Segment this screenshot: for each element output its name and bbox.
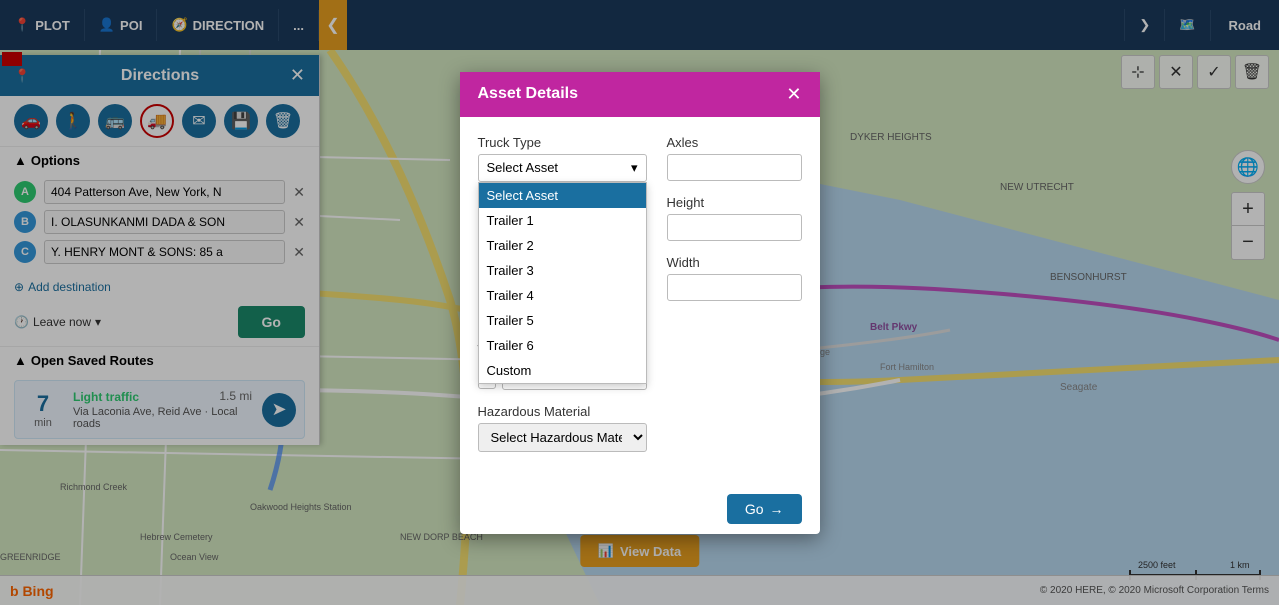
modal-body: Truck Type Select Asset ▾ Select Asset T… [460,117,820,484]
dropdown-item-trailer4[interactable]: Trailer 4 [479,283,646,308]
dropdown-item-trailer6[interactable]: Trailer 6 [479,333,646,358]
modal-title: Asset Details [478,85,579,103]
height-label: Height [667,195,802,210]
truck-type-dropdown-list: Select Asset Trailer 1 Trailer 2 Trailer… [478,182,647,384]
dropdown-item-trailer2[interactable]: Trailer 2 [479,233,646,258]
width-group: Width [667,255,802,301]
modal-columns: Truck Type Select Asset ▾ Select Asset T… [478,135,802,466]
modal-header: Asset Details ✕ [460,72,820,117]
modal-overlay: Asset Details ✕ Truck Type Select Asset … [0,0,1279,605]
axles-label: Axles [667,135,802,150]
width-label: Width [667,255,802,270]
dropdown-item-select-asset[interactable]: Select Asset [479,183,646,208]
modal-go-button[interactable]: Go → [727,494,802,524]
width-input[interactable] [667,274,802,301]
axles-group: Axles [667,135,802,181]
modal-go-arrow-icon: → [770,501,784,517]
truck-type-group: Truck Type Select Asset ▾ Select Asset T… [478,135,647,182]
axles-input[interactable] [667,154,802,181]
dropdown-item-trailer5[interactable]: Trailer 5 [479,308,646,333]
height-input[interactable] [667,214,802,241]
dropdown-chevron-icon: ▾ [631,160,638,176]
truck-type-dropdown[interactable]: Select Asset ▾ [478,154,647,182]
modal-close-button[interactable]: ✕ [786,84,801,105]
dropdown-item-trailer3[interactable]: Trailer 3 [479,258,646,283]
dropdown-item-trailer1[interactable]: Trailer 1 [479,208,646,233]
height-group: Height [667,195,802,241]
truck-type-dropdown-container: Select Asset ▾ Select Asset Trailer 1 Tr… [478,154,647,182]
modal-go-label: Go [745,501,764,517]
truck-type-label: Truck Type [478,135,647,150]
modal-right-column: Axles Height Width [667,135,802,466]
hazmat-label: Hazardous Material [478,404,647,419]
hazmat-select[interactable]: Select Hazardous Material [478,423,647,452]
asset-details-modal: Asset Details ✕ Truck Type Select Asset … [460,72,820,534]
dropdown-item-custom[interactable]: Custom [479,358,646,383]
modal-left-column: Truck Type Select Asset ▾ Select Asset T… [478,135,647,466]
modal-footer: Go → [460,484,820,534]
dropdown-selected-label: Select Asset [487,160,559,175]
hazmat-group: Hazardous Material Select Hazardous Mate… [478,404,647,452]
